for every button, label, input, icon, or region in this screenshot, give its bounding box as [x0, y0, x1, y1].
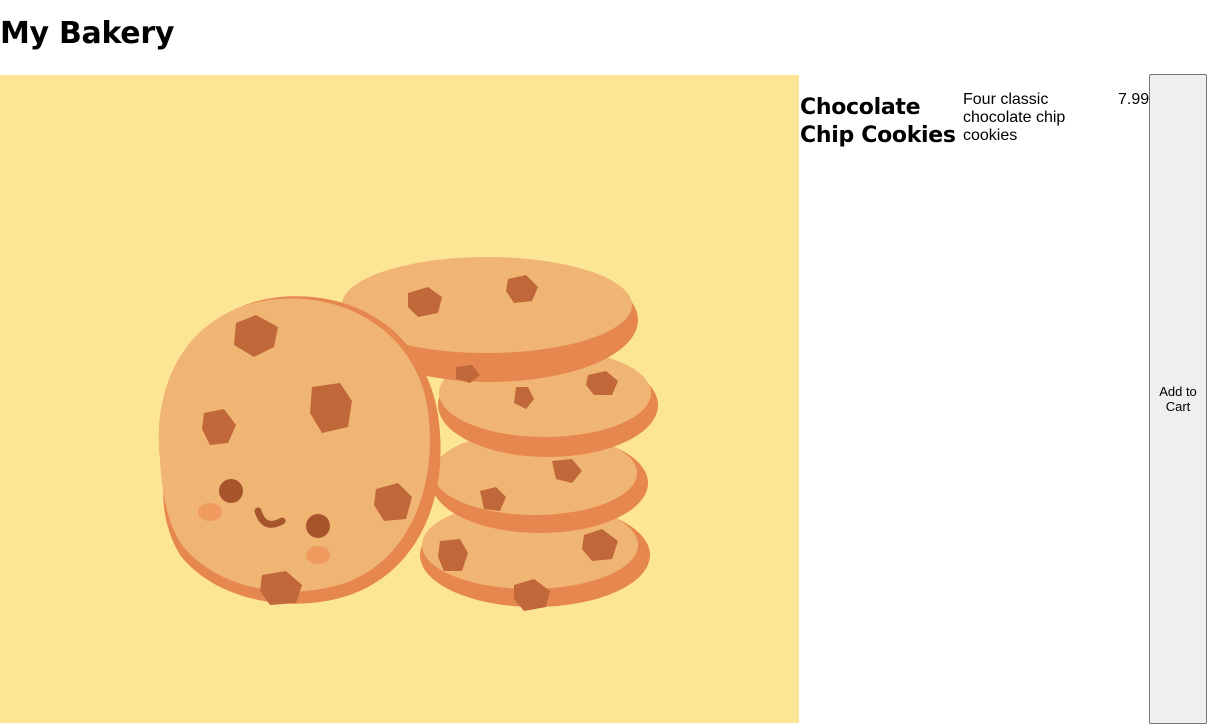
product-description: Four classic chocolate chip cookies: [963, 91, 1066, 144]
product-name: Chocolate Chip Cookies: [800, 95, 956, 148]
product-card: Chocolate Chip Cookies Four classic choc…: [0, 74, 1207, 724]
add-to-cart-button[interactable]: Add to Cart: [1149, 74, 1207, 724]
page-title: My Bakery: [0, 16, 175, 51]
cookie-illustration-icon: [158, 257, 658, 611]
product-price: 7.99: [1118, 91, 1150, 108]
product-image: [0, 75, 799, 723]
